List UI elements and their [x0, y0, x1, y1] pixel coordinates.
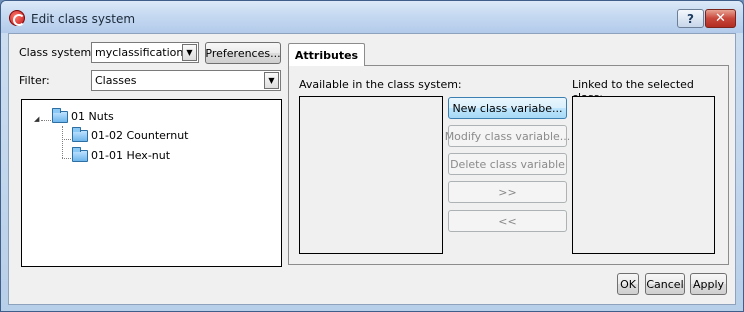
- class-system-combo[interactable]: myclassification2 ▼: [91, 42, 199, 63]
- folder-icon: [52, 107, 68, 123]
- tree-node-label: 01-02 Counternut: [91, 129, 189, 142]
- tree-node-child[interactable]: 01-02 Counternut: [72, 126, 189, 142]
- tree-node-label: 01 Nuts: [71, 110, 114, 123]
- app-icon: [9, 10, 25, 26]
- collapse-icon[interactable]: ◢: [34, 115, 39, 123]
- linked-list[interactable]: [572, 96, 715, 254]
- tree-node-root[interactable]: 01 Nuts: [52, 107, 114, 123]
- close-button[interactable]: ✕: [705, 9, 736, 28]
- available-label: Available in the class system:: [299, 78, 462, 91]
- add-variable-button[interactable]: >>: [448, 181, 567, 203]
- apply-button[interactable]: Apply: [690, 273, 727, 295]
- chevron-down-icon[interactable]: ▼: [182, 44, 197, 61]
- class-system-label: Class system:: [19, 46, 95, 59]
- tree-node-label: 01-01 Hex-nut: [91, 149, 171, 162]
- new-class-variable-button[interactable]: New class variabe...: [448, 97, 567, 119]
- help-button[interactable]: ?: [677, 9, 704, 28]
- filter-label: Filter:: [19, 74, 50, 87]
- tree-node-child[interactable]: 01-01 Hex-nut: [72, 146, 171, 162]
- attributes-panel: Available in the class system: Linked to…: [288, 65, 729, 265]
- tree-connector: [62, 139, 71, 140]
- chevron-down-icon[interactable]: ▼: [264, 72, 279, 89]
- tab-attributes[interactable]: Attributes: [288, 43, 365, 66]
- filter-value: Classes: [95, 74, 137, 87]
- window-title: Edit class system: [31, 12, 136, 26]
- tree-connector: [41, 120, 51, 121]
- modify-class-variable-button[interactable]: Modify class variable...: [445, 125, 570, 147]
- preferences-button[interactable]: Preferences...: [205, 42, 281, 64]
- title-bar[interactable]: Edit class system ? ✕: [1, 1, 743, 33]
- remove-variable-button[interactable]: <<: [448, 210, 567, 232]
- dialog-window: Edit class system ? ✕ Class system: mycl…: [0, 0, 744, 312]
- tree-connector: [62, 126, 63, 158]
- available-list[interactable]: [299, 96, 443, 254]
- class-tree[interactable]: ◢ 01 Nuts 01-02 Counternut 01-01 Hex-nut: [21, 99, 282, 267]
- ok-button[interactable]: OK: [617, 273, 639, 295]
- delete-class-variable-button[interactable]: Delete class variable: [448, 153, 567, 175]
- folder-icon: [72, 146, 88, 162]
- class-system-value: myclassification2: [95, 46, 191, 59]
- folder-icon: [72, 126, 88, 142]
- cancel-button[interactable]: Cancel: [645, 273, 685, 295]
- dialog-client: Class system: myclassification2 ▼ Prefer…: [8, 33, 736, 305]
- attributes-panel-body: Available in the class system: Linked to…: [289, 66, 728, 264]
- filter-combo[interactable]: Classes ▼: [91, 70, 281, 91]
- tree-connector: [62, 158, 71, 159]
